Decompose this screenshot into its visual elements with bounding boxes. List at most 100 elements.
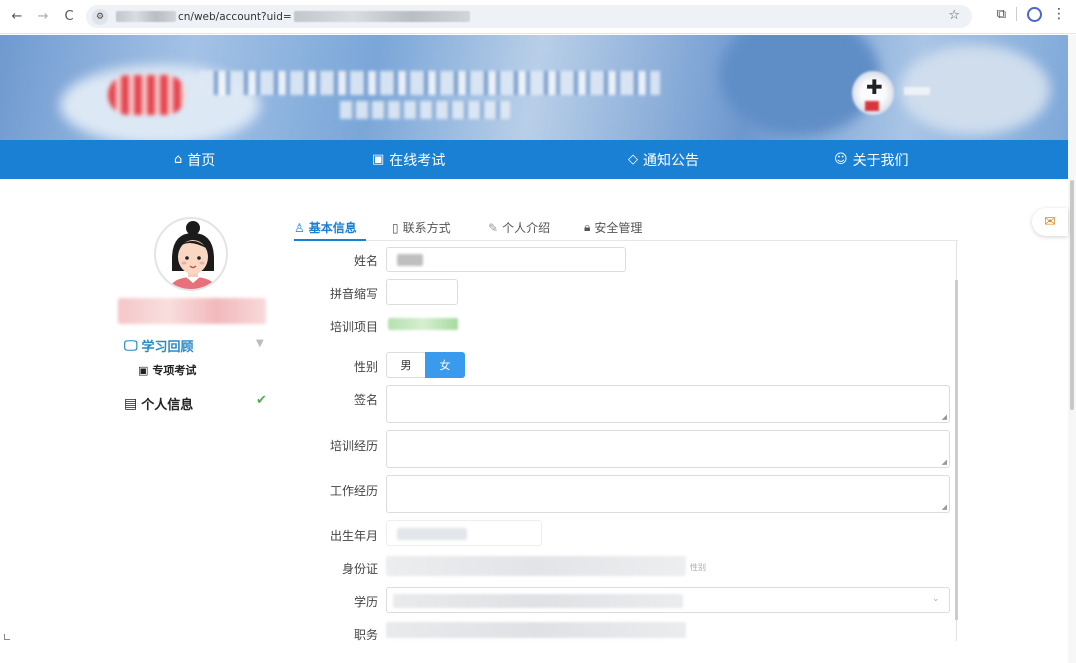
resize-handle-icon[interactable]: ◢ [942, 413, 947, 421]
profile-icon[interactable] [1027, 6, 1042, 22]
url-query-redacted [293, 11, 470, 22]
nav-home-label: 首页 [187, 152, 216, 169]
url-text: cn/web/account?uid= [178, 10, 292, 23]
menu-study-review[interactable]: 🖵 学习回顾 [124, 336, 194, 356]
active-tab-underline [294, 239, 366, 241]
tab-contact[interactable]: ▯ 联系方式 [392, 219, 451, 236]
id-label: 身份证 [341, 562, 378, 576]
work-field[interactable]: ◢ [386, 475, 950, 513]
tab-security-label: 安全管理 [594, 221, 643, 235]
name-value-redacted [397, 254, 423, 266]
forward-arrow-icon: → [37, 9, 49, 24]
extensions-icon[interactable]: ⧉ [997, 7, 1006, 22]
birth-field[interactable] [386, 520, 542, 546]
gender-label: 性别 [353, 360, 378, 374]
work-label: 工作经历 [329, 484, 378, 498]
nav-online-exam-label: 在线考试 [389, 152, 446, 169]
tab-bar: ♙ 基本信息 ▯ 联系方式 ✎ 个人介绍 🔒︎ 安全管理 [294, 217, 958, 241]
menu-study-review-label: 学习回顾 [141, 340, 194, 355]
browser-toolbar: ← → C ⚙ cn/web/account?uid= ☆ ⧉ ⋮ [0, 0, 1076, 34]
medical-cross-icon: ✚ [866, 75, 883, 99]
reload-button[interactable]: C [58, 6, 80, 28]
main-navbar: ⌂ 首页 ▣ 在线考试 ◇ 通知公告 ☺ 关于我们 [0, 140, 1068, 179]
tab-security[interactable]: 🔒︎ 安全管理 [584, 219, 642, 236]
reload-icon: C [64, 9, 74, 24]
name-label: 姓名 [353, 254, 378, 268]
position-value-redacted [386, 622, 686, 638]
id-gender-hint: 性别 [690, 563, 706, 572]
nurse-detail [865, 101, 879, 111]
site-title-redacted [200, 71, 660, 95]
education-label: 学历 [353, 595, 378, 609]
lock-icon: 🔒︎ [584, 220, 591, 234]
training-field[interactable]: ◢ [386, 430, 950, 468]
exam-icon: ▣ [372, 152, 385, 167]
tab-contact-label: 联系方式 [402, 221, 451, 235]
window-corner [4, 634, 10, 640]
user-icon: ♙ [294, 220, 305, 235]
nav-about[interactable]: ☺ 关于我们 [834, 140, 909, 179]
chevron-down-icon[interactable]: ⌄ [932, 594, 940, 604]
back-button[interactable]: ← [6, 6, 28, 28]
site-banner: ✚ [0, 35, 1068, 140]
username-redacted [118, 298, 266, 324]
id-value-redacted [386, 556, 686, 576]
nurse-caption-redacted [904, 87, 930, 95]
back-arrow-icon: ← [11, 9, 23, 24]
check-icon: ✔ [256, 393, 267, 408]
toolbar-divider [1016, 7, 1017, 21]
site-subtitle-redacted [340, 101, 510, 119]
id-card-icon: ▤ [124, 395, 138, 412]
group-icon: ☺ [834, 152, 848, 167]
forward-button[interactable]: → [32, 6, 54, 28]
position-label: 职务 [353, 628, 378, 642]
form-scrollbar-thumb[interactable] [955, 280, 958, 620]
nav-notice-label: 通知公告 [643, 152, 699, 169]
resize-handle-icon[interactable]: ◢ [942, 503, 947, 511]
gender-female-option[interactable]: 女 [425, 352, 465, 378]
nav-notice[interactable]: ◇ 通知公告 [628, 140, 699, 179]
tab-basic-info[interactable]: ♙ 基本信息 [294, 219, 357, 236]
education-value-redacted [393, 594, 683, 608]
tab-intro[interactable]: ✎ 个人介绍 [488, 219, 550, 236]
birth-label: 出生年月 [329, 529, 378, 543]
menu-personal-info-label: 个人信息 [141, 398, 194, 413]
avatar[interactable] [154, 217, 228, 291]
menu-special-exam-label: 专项考试 [152, 364, 197, 377]
resize-handle-icon[interactable]: ◢ [942, 458, 947, 466]
tab-intro-label: 个人介绍 [502, 221, 551, 235]
nav-online-exam[interactable]: ▣ 在线考试 [372, 140, 445, 179]
signature-field[interactable]: ◢ [386, 385, 950, 423]
nav-home[interactable]: ⌂ 首页 [174, 140, 215, 179]
browser-menu-icon[interactable]: ⋮ [1052, 6, 1066, 22]
site-logo [108, 75, 186, 115]
avatar-girl-icon [168, 221, 218, 289]
nav-about-label: 关于我们 [852, 152, 909, 169]
training-label: 培训经历 [329, 439, 378, 453]
birth-value-redacted [397, 528, 467, 540]
gender-male-option[interactable]: 男 [386, 352, 426, 378]
tab-basic-info-label: 基本信息 [308, 221, 357, 235]
pinyin-label: 拼音缩写 [329, 287, 378, 301]
tag-icon: ◇ [628, 152, 638, 167]
address-bar[interactable]: ⚙ cn/web/account?uid= ☆ [86, 5, 972, 28]
pinyin-field[interactable] [386, 279, 458, 305]
edit-icon: ✎ [488, 220, 499, 235]
site-info-icon[interactable]: ⚙ [92, 8, 108, 25]
floating-chat-icon[interactable]: ✉ [1032, 208, 1068, 236]
chevron-down-icon[interactable]: ▼ [256, 338, 264, 349]
exam-icon: ▣ [138, 363, 149, 377]
education-select[interactable] [386, 587, 950, 613]
page-scrollbar-thumb[interactable] [1070, 180, 1074, 410]
menu-personal-info[interactable]: ▤ 个人信息 [124, 394, 194, 414]
signature-label: 签名 [353, 393, 378, 407]
phone-icon: ▯ [392, 220, 399, 235]
project-label: 培训项目 [329, 320, 378, 334]
monitor-icon: 🖵 [124, 337, 138, 354]
url-host-redacted [116, 11, 176, 22]
bookmark-star-icon[interactable]: ☆ [948, 8, 960, 23]
home-icon: ⌂ [174, 152, 183, 167]
project-value-redacted [388, 318, 458, 330]
name-field[interactable] [386, 247, 626, 272]
menu-special-exam[interactable]: ▣ 专项考试 [138, 362, 196, 378]
